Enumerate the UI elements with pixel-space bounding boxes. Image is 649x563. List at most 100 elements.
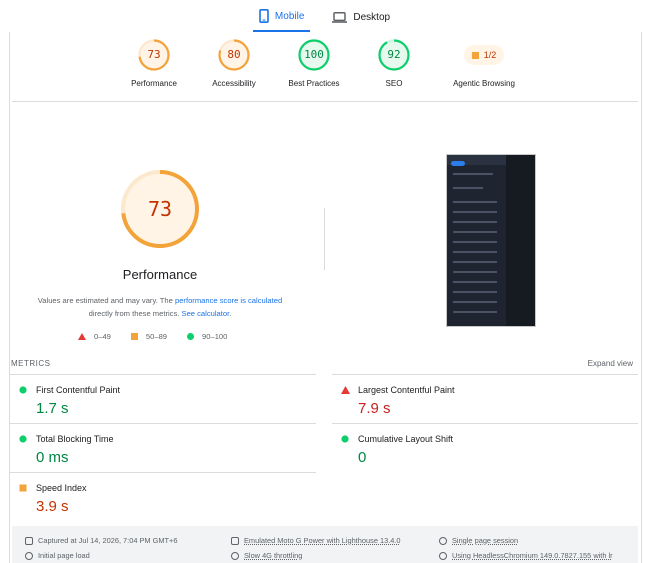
thumb-row <box>453 251 497 253</box>
summary-gauges: 73 Performance 80 Accessibility 100 Best… <box>10 38 638 88</box>
footer-text: Emulated Moto G Power with Lighthouse 13… <box>244 536 401 545</box>
gauge-ring: 73 <box>137 38 171 72</box>
calculator-link[interactable]: See calculator <box>182 309 230 318</box>
thumb-row <box>453 173 493 175</box>
device-tabs: Mobile Desktop <box>0 0 649 32</box>
tab-desktop-label: Desktop <box>353 11 391 23</box>
gauge-seo[interactable]: 92 SEO <box>354 38 434 88</box>
thumb-row <box>453 201 497 203</box>
metric-title: Cumulative Layout Shift <box>358 434 454 444</box>
expand-view-link[interactable]: Expand view <box>588 359 633 368</box>
gauge-value: 92 <box>387 48 401 61</box>
gauge-label: Best Practices <box>288 79 340 88</box>
square-average-icon <box>130 333 138 340</box>
footer-item-page-load: Initial page load <box>25 551 90 560</box>
performance-title: Performance <box>122 267 198 282</box>
thumb-row <box>453 301 497 303</box>
metric-speed-index: Speed Index 3.9 s <box>10 472 316 521</box>
gauge-label: SEO <box>385 79 403 88</box>
performance-note: Values are estimated and may vary. The p… <box>20 294 300 320</box>
legend-label: 0–49 <box>94 332 111 341</box>
footer-item-emulated-device[interactable]: Emulated Moto G Power with Lighthouse 13… <box>231 536 401 545</box>
performance-score-link[interactable]: performance score is calculated <box>175 296 282 305</box>
gauge-agentic-browsing[interactable]: 1/2 Agentic Browsing <box>434 38 534 88</box>
footer-item-browser[interactable]: Using HeadlessChromium 149.0.7827.155 wi… <box>439 551 613 560</box>
metric-value: 7.9 s <box>358 400 391 417</box>
thumb-row <box>453 291 497 293</box>
thumb-row <box>453 271 497 273</box>
footer-item-throttling[interactable]: Slow 4G throttling <box>231 551 302 560</box>
thumb-button <box>451 161 465 166</box>
triangle-fail-icon <box>78 333 86 340</box>
thumb-overlay <box>506 155 535 326</box>
metric-title: Largest Contentful Paint <box>358 385 455 395</box>
metrics-header: METRICS Expand view <box>11 359 633 368</box>
phone-icon <box>259 9 269 23</box>
gauge-label: Performance <box>131 79 177 88</box>
metric-value: 0 <box>358 449 367 466</box>
tab-mobile[interactable]: Mobile <box>252 2 311 32</box>
metric-value: 1.7 s <box>36 400 69 417</box>
tab-mobile-label: Mobile <box>274 10 305 22</box>
thumb-row <box>453 311 497 313</box>
footer-text: Using HeadlessChromium 149.0.7827.155 wi… <box>452 551 613 560</box>
metric-total-blocking-time: Total Blocking Time 0 ms <box>10 423 316 472</box>
metric-title: Speed Index <box>36 483 87 493</box>
thumb-row <box>453 281 497 283</box>
vertical-separator <box>324 208 325 270</box>
thumb-row <box>453 231 497 233</box>
legend-average: 50–89 <box>130 332 168 341</box>
chrome-icon <box>439 551 447 560</box>
agentic-value: 1/2 <box>483 50 497 60</box>
square-average-icon <box>19 484 27 492</box>
metric-cumulative-layout-shift: Cumulative Layout Shift 0 <box>332 423 638 472</box>
footer-item-session[interactable]: Single page session <box>439 536 518 545</box>
gauge-performance[interactable]: 73 Performance <box>114 38 194 88</box>
legend-fail: 0–49 <box>78 332 111 341</box>
wifi-icon <box>231 551 239 560</box>
gauge-best-practices[interactable]: 100 Best Practices <box>274 38 354 88</box>
page-screenshot-thumbnail[interactable] <box>446 154 536 327</box>
thumb-row <box>453 211 497 213</box>
footer-item-captured: Captured at Jul 14, 2026, 7:04 PM GMT+6 <box>25 536 177 545</box>
footer-text: Initial page load <box>38 551 90 560</box>
note-text: directly from these metrics. <box>88 309 182 318</box>
circle-pass-icon <box>187 333 195 340</box>
triangle-fail-icon <box>341 386 350 394</box>
metric-title: Total Blocking Time <box>36 434 114 444</box>
note-text: . <box>229 309 232 318</box>
legend-label: 90–100 <box>202 332 228 341</box>
calendar-icon <box>25 536 33 545</box>
tab-desktop[interactable]: Desktop <box>326 2 396 32</box>
gauge-ring: 80 <box>217 38 251 72</box>
metric-first-contentful-paint: First Contentful Paint 1.7 s <box>10 374 316 423</box>
gauge-accessibility[interactable]: 80 Accessibility <box>194 38 274 88</box>
thumb-row <box>453 261 497 263</box>
note-text: Values are estimated and may vary. The <box>37 296 175 305</box>
gauge-value: 73 <box>147 48 161 61</box>
circle-pass-icon <box>341 435 349 443</box>
divider <box>12 101 638 102</box>
thumb-row <box>453 241 497 243</box>
gauge-value: 100 <box>304 48 324 61</box>
thumb-row <box>453 221 497 223</box>
footer-text: Single page session <box>452 536 519 545</box>
user-icon <box>439 536 447 545</box>
metric-title: First Contentful Paint <box>36 385 121 395</box>
metrics-title: METRICS <box>11 359 51 368</box>
score-legend: 0–49 50–89 90–100 <box>78 332 227 341</box>
runtime-settings: Captured at Jul 14, 2026, 7:04 PM GMT+6 … <box>12 526 638 563</box>
gauge-ring: 92 <box>377 38 411 72</box>
footer-text: Slow 4G throttling <box>244 551 303 560</box>
metric-value: 0 ms <box>36 449 69 466</box>
metric-value: 3.9 s <box>36 498 69 515</box>
agentic-badge: 1/2 <box>463 45 505 65</box>
gauge-label: Agentic Browsing <box>453 79 515 88</box>
metric-largest-contentful-paint: Largest Contentful Paint 7.9 s <box>332 374 638 423</box>
gauge-value: 80 <box>227 48 241 61</box>
gauge-label: Accessibility <box>212 79 256 88</box>
legend-label: 50–89 <box>145 332 168 341</box>
thumb-row <box>453 187 483 189</box>
square-average-icon <box>471 51 479 59</box>
circle-pass-icon <box>19 435 27 443</box>
